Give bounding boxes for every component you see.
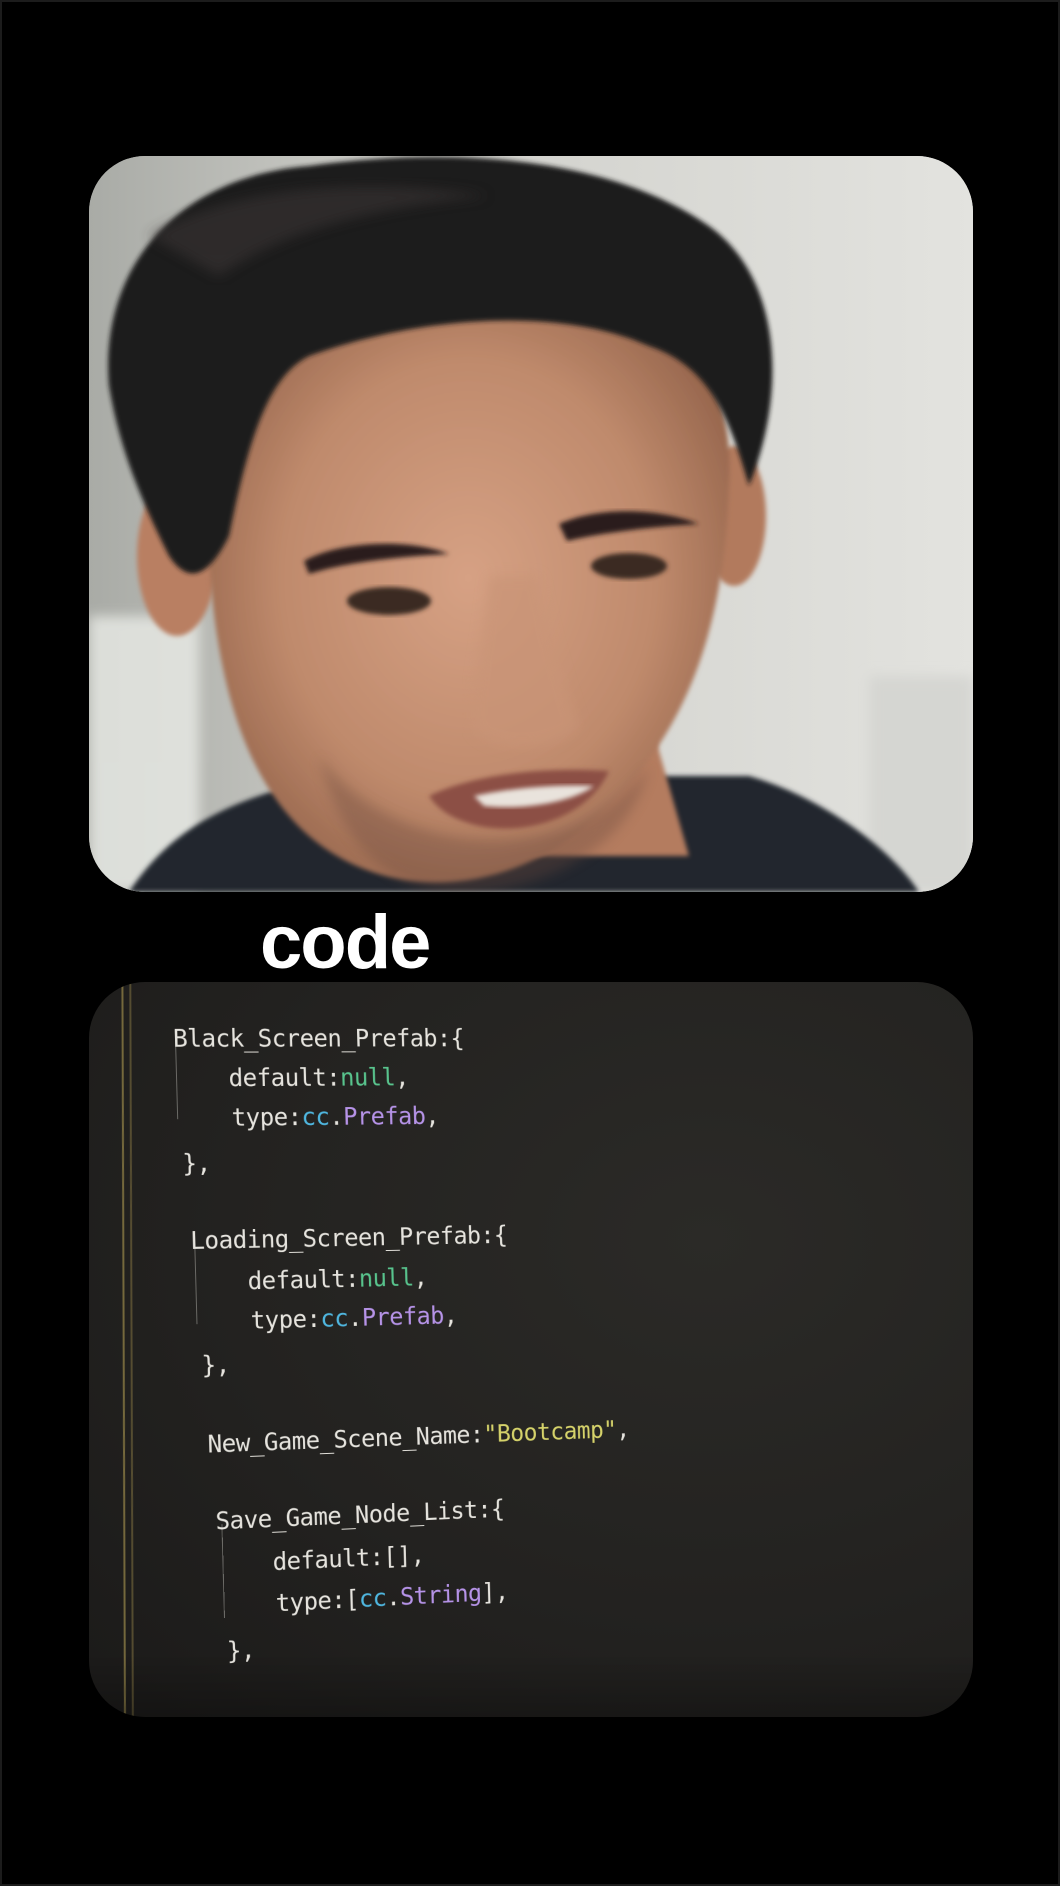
code-token: ,: [413, 1262, 428, 1292]
code-token: default:[],: [272, 1540, 425, 1577]
code-line: Black_Screen_Prefab:{: [173, 1024, 465, 1054]
code-token: type:: [250, 1304, 321, 1335]
code-token: Save_Game_Node_List:{: [215, 1494, 505, 1536]
code-line: Loading_Screen_Prefab:{: [190, 1221, 508, 1256]
reel-page: code Black_Screen_Prefab:{ default:null,…: [0, 0, 1060, 1886]
code-token: ],: [481, 1577, 509, 1607]
code-token: },: [201, 1349, 231, 1380]
type-name: String: [399, 1578, 482, 1611]
code-line: },: [182, 1149, 211, 1179]
code-line: },: [201, 1350, 230, 1380]
null-keyword: null: [358, 1263, 415, 1293]
code-line: New_Game_Scene_Name:"Bootcamp",: [207, 1415, 630, 1460]
code-token: ,: [424, 1101, 440, 1130]
code-token: default:: [228, 1063, 341, 1093]
code-token: New_Game_Scene_Name:: [207, 1420, 484, 1459]
code-token: ,: [616, 1414, 630, 1443]
code-token: .: [347, 1303, 363, 1332]
cc-namespace: cc: [301, 1102, 330, 1131]
speaker-video[interactable]: [89, 156, 973, 892]
editor-gutter-line: [121, 982, 127, 1717]
indent-guide: [221, 1524, 225, 1619]
code-token: .: [328, 1102, 344, 1131]
code-token: type:[: [275, 1584, 360, 1618]
cc-namespace: cc: [358, 1583, 387, 1613]
code-token: default:: [247, 1264, 360, 1296]
code-editor-content: Black_Screen_Prefab:{ default:null, type…: [89, 982, 912, 1717]
editor-gutter-line: [129, 982, 134, 1717]
code-line: Save_Game_Node_List:{: [215, 1494, 505, 1536]
code-token: },: [181, 1148, 212, 1178]
code-line: type:cc.Prefab,: [250, 1301, 457, 1336]
code-token: ,: [394, 1062, 410, 1092]
type-name: Prefab: [361, 1301, 445, 1332]
code-line: default:[],: [272, 1541, 424, 1578]
null-keyword: null: [339, 1062, 396, 1092]
code-token: Loading_Screen_Prefab:{: [189, 1220, 508, 1255]
code-token: ,: [443, 1300, 458, 1330]
speaker-video-frame: [89, 156, 973, 892]
caption-text: code: [260, 900, 431, 985]
code-line: default:null,: [247, 1263, 427, 1296]
code-token: Black_Screen_Prefab:{: [172, 1023, 465, 1053]
code-line: default:null,: [228, 1063, 409, 1093]
string-literal: "Bootcamp": [483, 1415, 617, 1449]
cc-namespace: cc: [320, 1303, 349, 1333]
code-token: .: [386, 1582, 401, 1612]
code-token: type:: [231, 1102, 302, 1132]
type-name: Prefab: [342, 1101, 426, 1131]
code-line: type:cc.Prefab,: [231, 1102, 439, 1133]
code-line: type:[cc.String],: [275, 1577, 508, 1618]
code-editor-video[interactable]: Black_Screen_Prefab:{ default:null, type…: [89, 982, 973, 1717]
